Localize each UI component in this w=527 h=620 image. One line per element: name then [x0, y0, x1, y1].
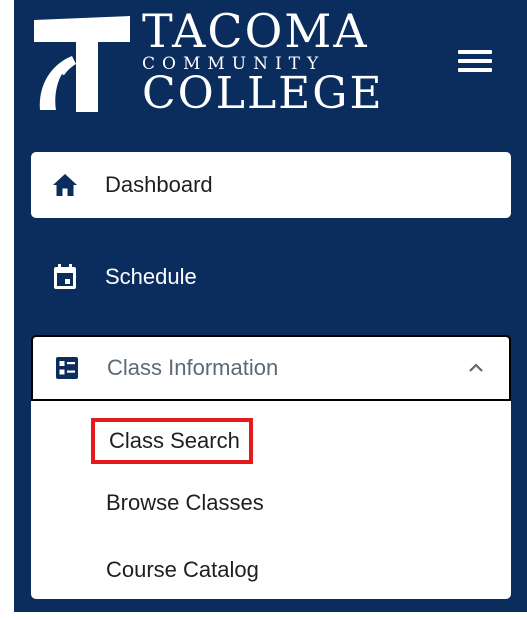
submenu-item-course-catalog[interactable]: Course Catalog [106, 557, 259, 583]
nav-item-label: Dashboard [105, 172, 213, 197]
home-icon [51, 171, 79, 199]
nav-item-class-information[interactable]: Class Information [31, 335, 511, 401]
nav-item-label: Class Information [107, 355, 279, 380]
chevron-up-icon[interactable] [467, 359, 485, 377]
calendar-icon [51, 263, 79, 291]
submenu-item-class-search[interactable]: Class Search [91, 418, 253, 464]
submenu-item-browse-classes[interactable]: Browse Classes [106, 490, 264, 516]
college-logo[interactable]: TACOMA COMMUNITY COLLEGE [32, 6, 382, 124]
nav-item-schedule[interactable]: Schedule [31, 244, 511, 310]
college-logo-icon [34, 16, 130, 112]
class-information-submenu: Class Search Browse Classes Course Catal… [31, 401, 511, 599]
logo-text-college: COLLEGE [142, 68, 384, 119]
nav-item-dashboard[interactable]: Dashboard [31, 152, 511, 218]
list-icon [53, 354, 81, 382]
hamburger-menu-icon[interactable] [458, 50, 492, 72]
logo-text-tacoma: TACOMA [142, 4, 369, 58]
nav-item-label: Schedule [105, 264, 197, 289]
